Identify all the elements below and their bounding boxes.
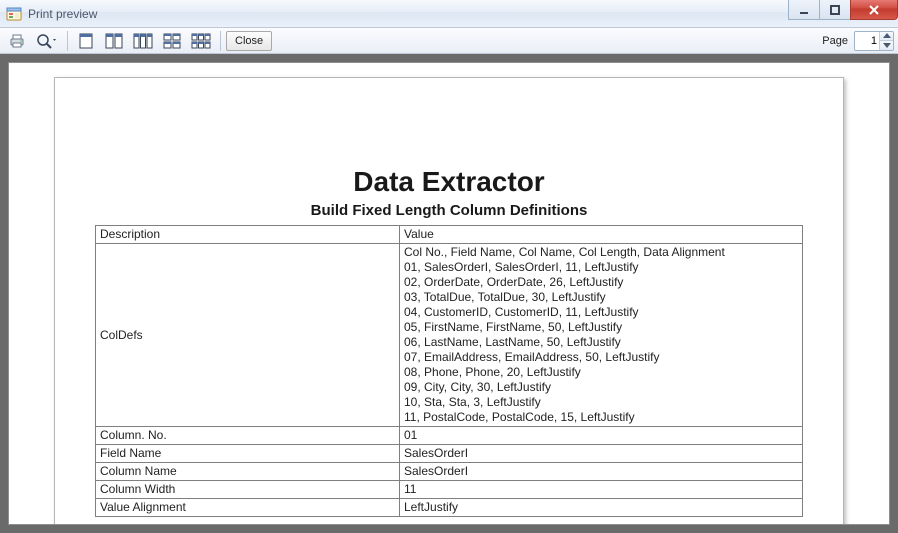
cell-value: Col No., Field Name, Col Name, Col Lengt…: [400, 244, 803, 427]
page-number-spinner[interactable]: [854, 31, 894, 51]
coldefs-line: 08, Phone, Phone, 20, LeftJustify: [404, 365, 798, 380]
minimize-button[interactable]: [788, 0, 820, 20]
doc-subtitle: Build Fixed Length Column Definitions: [95, 202, 803, 219]
window-titlebar: Print preview: [0, 0, 898, 28]
cell-value: 01: [400, 427, 803, 445]
cell-description: ColDefs: [96, 244, 400, 427]
view-three-pages-button[interactable]: [129, 30, 157, 52]
coldefs-line: 07, EmailAddress, EmailAddress, 50, Left…: [404, 350, 798, 365]
close-preview-button[interactable]: Close: [226, 31, 272, 51]
window-title: Print preview: [28, 7, 97, 21]
table-row: Column Name SalesOrderI: [96, 463, 803, 481]
print-button[interactable]: [4, 30, 30, 52]
page-up-button[interactable]: [880, 32, 893, 42]
coldefs-line: 09, City, City, 30, LeftJustify: [404, 380, 798, 395]
cell-description: Value Alignment: [96, 499, 400, 517]
coldefs-line: 03, TotalDue, TotalDue, 30, LeftJustify: [404, 290, 798, 305]
table-row: ColDefs Col No., Field Name, Col Name, C…: [96, 244, 803, 427]
table-header-value: Value: [400, 226, 803, 244]
maximize-button[interactable]: [819, 0, 851, 20]
toolbar: Close Page: [0, 28, 898, 54]
page-down-button[interactable]: [880, 41, 893, 50]
coldefs-line: 10, Sta, Sta, 3, LeftJustify: [404, 395, 798, 410]
table-row: Field Name SalesOrderI: [96, 445, 803, 463]
view-six-pages-button[interactable]: [187, 30, 215, 52]
cell-value: SalesOrderI: [400, 445, 803, 463]
cell-value: LeftJustify: [400, 499, 803, 517]
view-one-page-button[interactable]: [73, 30, 99, 52]
coldefs-line: 04, CustomerID, CustomerID, 11, LeftJust…: [404, 305, 798, 320]
definitions-table: Description Value ColDefs Col No., Field…: [95, 225, 803, 517]
table-header-description: Description: [96, 226, 400, 244]
coldefs-line: 02, OrderDate, OrderDate, 26, LeftJustif…: [404, 275, 798, 290]
preview-canvas[interactable]: Data Extractor Build Fixed Length Column…: [8, 62, 890, 525]
coldefs-line: 06, LastName, LastName, 50, LeftJustify: [404, 335, 798, 350]
table-row: Column. No. 01: [96, 427, 803, 445]
toolbar-separator: [220, 31, 221, 51]
cell-value: SalesOrderI: [400, 463, 803, 481]
coldefs-line: 11, PostalCode, PostalCode, 15, LeftJust…: [404, 410, 798, 425]
doc-title: Data Extractor: [95, 166, 803, 198]
cell-description: Field Name: [96, 445, 400, 463]
page-number-input[interactable]: [855, 32, 879, 50]
preview-viewport: Data Extractor Build Fixed Length Column…: [0, 54, 898, 533]
view-four-pages-button[interactable]: [159, 30, 185, 52]
cell-value: 11: [400, 481, 803, 499]
coldefs-line: 01, SalesOrderI, SalesOrderI, 11, LeftJu…: [404, 260, 798, 275]
close-window-button[interactable]: [850, 0, 898, 20]
view-two-pages-button[interactable]: [101, 30, 127, 52]
cell-description: Column. No.: [96, 427, 400, 445]
cell-description: Column Width: [96, 481, 400, 499]
coldefs-line: 05, FirstName, FirstName, 50, LeftJustif…: [404, 320, 798, 335]
preview-page: Data Extractor Build Fixed Length Column…: [54, 77, 844, 525]
cell-description: Column Name: [96, 463, 400, 481]
app-icon: [6, 6, 22, 22]
zoom-button[interactable]: [32, 30, 62, 52]
coldefs-line: Col No., Field Name, Col Name, Col Lengt…: [404, 245, 798, 260]
table-row: Column Width 11: [96, 481, 803, 499]
page-label: Page: [822, 35, 848, 47]
window-buttons: [789, 0, 898, 20]
toolbar-separator: [67, 31, 68, 51]
table-row: Value Alignment LeftJustify: [96, 499, 803, 517]
